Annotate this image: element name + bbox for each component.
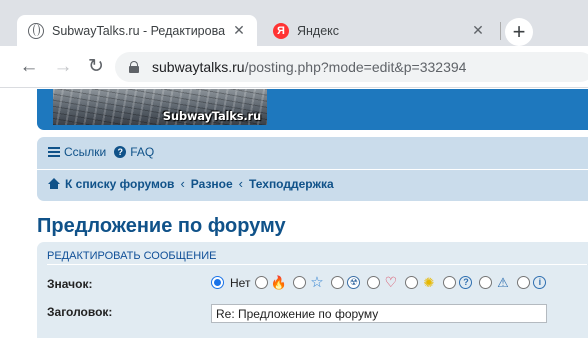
close-tab-icon[interactable]: ✕ (231, 22, 247, 39)
tab-title: SubwayTalks.ru - Редактировать (52, 23, 225, 38)
site-logo[interactable]: SubwayTalks.ru (53, 89, 267, 125)
tab-subwaytalks[interactable]: SubwayTalks.ru - Редактировать ✕ (17, 15, 257, 46)
reload-button[interactable]: ↻ (83, 54, 109, 80)
breadcrumb-misc[interactable]: Разное (191, 177, 233, 191)
yandex-icon: Я (273, 22, 289, 39)
post-icon-picker: Нет 🔥 ☆ ☢ ♡ ✺ ? ⚠ i (211, 275, 553, 290)
navbar-divider (37, 169, 588, 170)
forum-navbar: Ссылки ? FAQ К списку форумов ‹ Разное ‹… (37, 137, 588, 201)
home-icon (48, 178, 60, 189)
post-icon-radio[interactable] (443, 276, 457, 289)
breadcrumb-separator: ‹ (180, 176, 185, 191)
lock-icon[interactable] (129, 61, 139, 73)
post-icon-radio[interactable] (517, 276, 531, 289)
panel-title: Редактировать сообщение (47, 250, 587, 265)
post-icon-radio[interactable] (405, 276, 419, 289)
breadcrumb-support[interactable]: Техподдержка (249, 177, 334, 191)
back-button[interactable]: ← (16, 54, 42, 80)
forward-button[interactable]: → (50, 54, 76, 80)
browser-toolbar: ← → ↻ subwaytalks.ru/posting.php?mode=ed… (0, 46, 588, 88)
quick-links-row: Ссылки ? FAQ (48, 145, 162, 159)
none-label: Нет (230, 275, 251, 290)
tab-yandex[interactable]: Я Яндекс ✕ (262, 15, 496, 46)
post-icon-radio[interactable] (255, 276, 269, 289)
new-tab-button[interactable]: + (505, 18, 533, 46)
site-header: SubwayTalks.ru (37, 89, 588, 130)
menu-icon (48, 147, 60, 157)
post-icon-radio[interactable] (331, 276, 345, 289)
question-icon: ? (459, 276, 473, 289)
info-icon: i (533, 276, 547, 289)
faq-link[interactable]: ? FAQ (114, 145, 154, 159)
tab-title: Яндекс (297, 23, 340, 38)
post-icon-label: Значок: (47, 277, 93, 291)
subject-label: Заголовок: (47, 305, 113, 319)
browser-tab-strip: SubwayTalks.ru - Редактировать ✕ Я Яндек… (0, 0, 588, 46)
breadcrumb-forum-index[interactable]: К списку форумов (65, 177, 174, 191)
page-title[interactable]: Предложение по форуму (37, 215, 286, 238)
post-icon-radio-none[interactable] (211, 276, 224, 289)
fire-icon: 🔥 (270, 275, 288, 290)
question-circle-icon: ? (114, 146, 127, 158)
edit-post-panel: Редактировать сообщение Значок: Нет 🔥 ☆ … (37, 242, 588, 338)
breadcrumb: К списку форумов ‹ Разное ‹ Техподдержка (48, 176, 334, 191)
lightbulb-icon: ✺ (423, 275, 435, 290)
tab-divider (500, 22, 501, 40)
logo-text: SubwayTalks.ru (162, 109, 261, 123)
radioactive-icon: ☢ (347, 276, 361, 289)
post-icon-radio[interactable] (479, 276, 493, 289)
subject-input[interactable] (211, 304, 547, 323)
star-icon: ☆ (310, 274, 324, 291)
links-label: Ссылки (64, 145, 107, 159)
close-tab-icon[interactable]: ✕ (470, 22, 486, 39)
web-page: SubwayTalks.ru Ссылки ? FAQ К списку фор… (0, 89, 588, 338)
address-bar[interactable]: subwaytalks.ru/posting.php?mode=edit&p=3… (115, 52, 588, 82)
post-icon-radio[interactable] (293, 276, 307, 289)
post-icon-radio[interactable] (367, 276, 381, 289)
url-path: /posting.php?mode=edit&p=332394 (244, 59, 467, 75)
breadcrumb-separator: ‹ (238, 176, 244, 191)
globe-icon (28, 22, 44, 39)
faq-label: FAQ (130, 145, 155, 159)
links-menu[interactable]: Ссылки (48, 145, 106, 159)
heart-icon: ♡ (384, 274, 398, 290)
url-host: subwaytalks.ru (152, 59, 245, 75)
warning-icon: ⚠ (497, 275, 509, 290)
